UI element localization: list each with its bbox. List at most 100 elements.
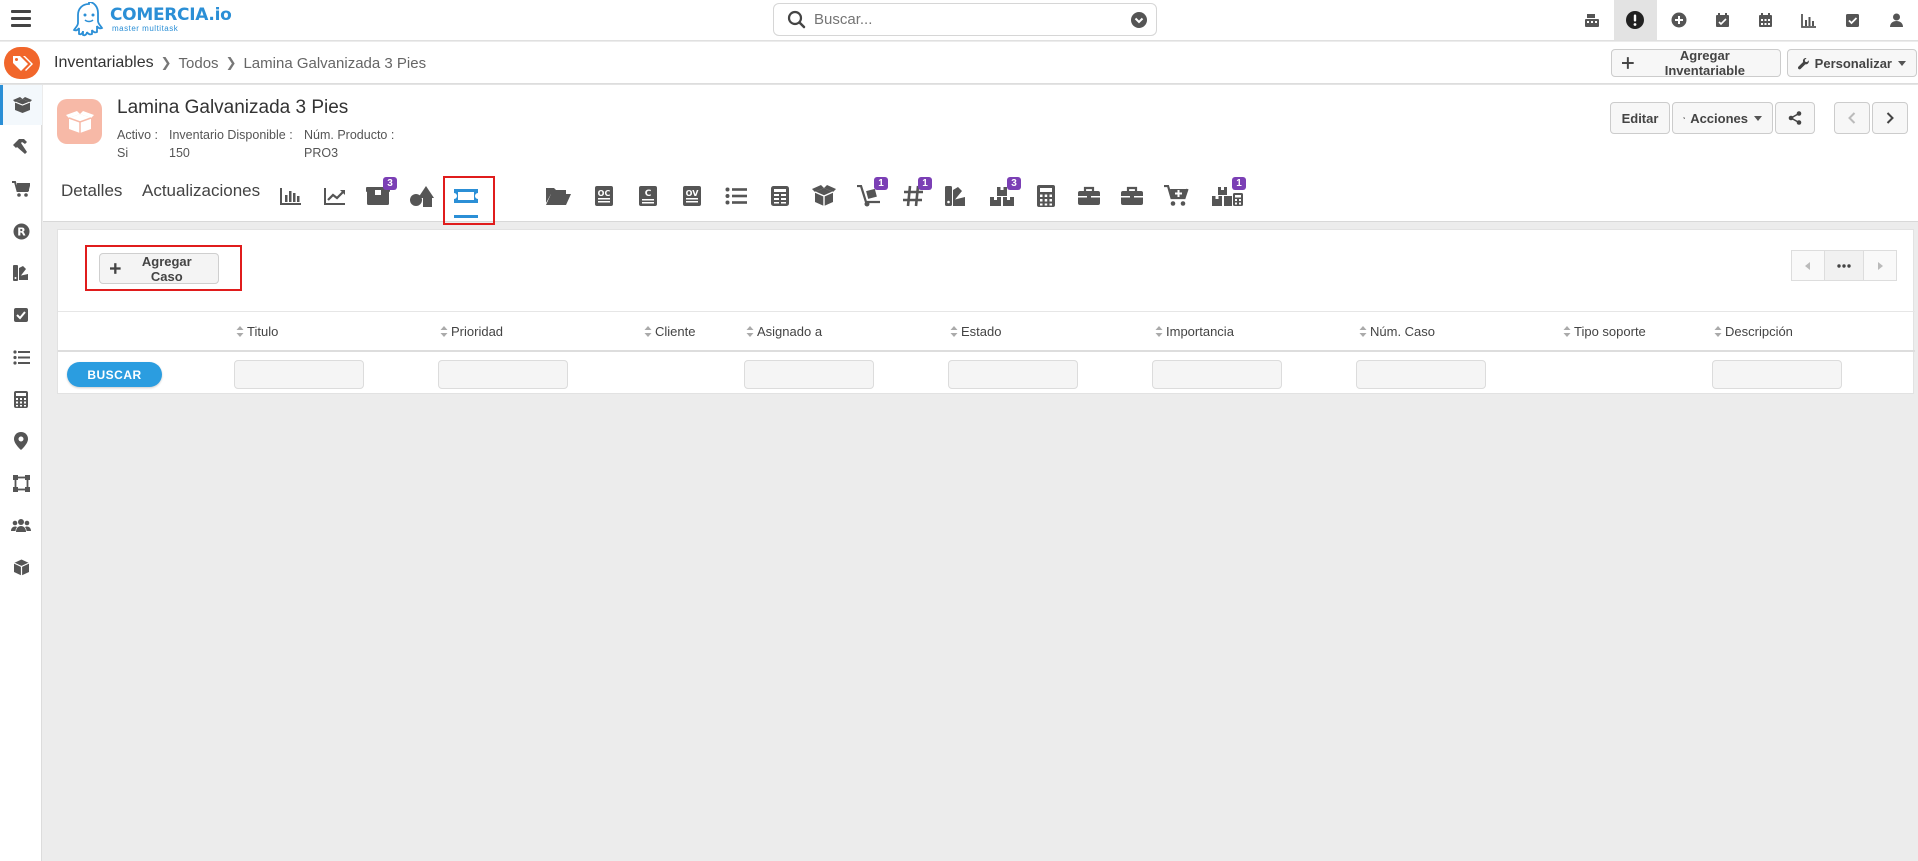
spreadsheet-icon [771,186,789,206]
tab-packages[interactable]: 3 [360,177,397,213]
breadcrumb-inventariables[interactable]: Inventariables [54,54,154,72]
chevron-right-icon [1886,112,1894,124]
share-button[interactable] [1775,102,1815,134]
column-header-asignado-a[interactable]: Asignado a [746,324,822,339]
sidebar-item-tasks[interactable] [0,295,42,335]
tab-c[interactable]: C [630,179,666,213]
pagination-more-button[interactable] [1824,250,1864,281]
search-dropdown-icon[interactable] [1130,11,1148,29]
sidebar-item-swatches[interactable] [0,253,42,293]
next-record-button[interactable] [1872,102,1908,134]
sort-icon [440,326,448,337]
tab-boxes[interactable]: 3 [984,177,1021,213]
record-avatar [57,99,102,144]
tab-detalles[interactable]: Detalles [61,181,122,201]
tasks-check-icon[interactable] [1831,0,1875,40]
top-toolbar [1570,0,1918,40]
cube-icon [13,559,29,575]
list-icon [12,349,30,365]
search-input[interactable] [814,11,1130,28]
sidebar-item-inventory[interactable] [0,85,42,125]
column-header-cliente[interactable]: Cliente [644,324,695,339]
pagination-prev-button[interactable] [1791,250,1825,281]
sort-icon [1155,326,1163,337]
user-profile-icon[interactable] [1875,0,1918,40]
tab-cart-plus[interactable] [1159,179,1195,213]
filter-num-caso-input[interactable] [1356,360,1486,389]
alert-icon[interactable] [1613,0,1657,40]
field-num-producto: Núm. Producto : PRO3 [304,126,394,162]
inventory-module-tag-icon[interactable] [4,47,40,79]
tab-hashtag[interactable]: 1 [895,177,932,213]
open-box-icon [13,97,32,113]
hamburger-menu-icon[interactable] [11,10,31,28]
tab-ov[interactable]: OV [674,179,710,213]
tab-line-chart[interactable] [317,179,353,213]
users-icon [11,518,31,532]
tab-oc[interactable]: OC [586,179,622,213]
tab-bar-chart[interactable] [273,179,309,213]
personalizar-button[interactable]: Personalizar [1787,49,1917,77]
sidebar-item-products[interactable] [0,547,42,587]
calendar-check-icon[interactable] [1701,0,1745,40]
app-logo[interactable]: COMERCIA.io master multitask [72,2,232,38]
filter-importancia-input[interactable] [1152,360,1282,389]
add-case-button[interactable]: Agregar Caso [99,253,219,284]
tab-swatches[interactable] [938,179,974,213]
tab-tickets[interactable] [448,179,484,218]
filter-prioridad-input[interactable] [438,360,568,389]
column-header-titulo[interactable]: Titulo [236,324,278,339]
tab-dolly[interactable]: 1 [851,177,888,213]
tab-list[interactable] [718,179,754,213]
sidebar-item-cart[interactable] [0,169,42,209]
column-header-label: Cliente [655,324,696,339]
filter-titulo-input[interactable] [234,360,364,389]
tab-box[interactable] [806,179,842,213]
filter-asignado-input[interactable] [744,360,874,389]
column-header-prioridad[interactable]: Prioridad [440,324,503,339]
tab-actualizaciones[interactable]: Actualizaciones [142,181,260,201]
sidebar-item-location[interactable] [0,421,42,461]
tab-spreadsheet[interactable] [762,179,798,213]
column-header-tipo-soporte[interactable]: Tipo soporte [1563,324,1646,339]
svg-text:R: R [17,225,26,238]
buscar-button[interactable]: BUSCAR [67,362,162,387]
filter-descripcion-input[interactable] [1712,360,1842,389]
editar-button[interactable]: Editar [1610,102,1670,134]
tab-briefcase[interactable] [1071,179,1107,213]
pagination-next-button[interactable] [1863,250,1897,281]
tab-boxes-calculator[interactable]: 1 [1209,177,1246,213]
tab-shapes[interactable] [404,179,440,213]
column-header-descripcion[interactable]: Descripción [1714,324,1793,339]
logo-tagline: master multitask [112,24,179,33]
plus-icon [1622,57,1634,69]
add-inventariable-button[interactable]: Agregar Inventariable [1611,48,1781,78]
sidebar-item-tools[interactable] [0,127,42,167]
sidebar-item-calculator[interactable] [0,379,42,419]
add-circle-icon[interactable] [1657,0,1701,40]
cash-register-icon[interactable] [1570,0,1614,40]
calendar-icon[interactable] [1744,0,1788,40]
breadcrumb-todos[interactable]: Todos [179,55,219,72]
tools-icon [1683,117,1686,120]
pagination [1791,250,1897,281]
reports-chart-icon[interactable] [1788,0,1832,40]
checkbox-icon [14,308,28,322]
filter-estado-input[interactable] [948,360,1078,389]
tab-folders[interactable] [540,179,576,213]
column-header-importancia[interactable]: Importancia [1155,324,1234,339]
breadcrumb-current: Lamina Galvanizada 3 Pies [243,54,427,72]
acciones-button[interactable]: Acciones [1672,102,1773,134]
tab-briefcase-2[interactable] [1114,179,1150,213]
editar-label: Editar [1621,110,1659,126]
sidebar-item-users[interactable] [0,505,42,545]
add-case-label: Agregar Caso [141,253,192,284]
tab-badge: 3 [383,177,397,190]
previous-record-button[interactable] [1834,102,1870,134]
column-header-estado[interactable]: Estado [950,324,1001,339]
sidebar-item-shapes[interactable] [0,463,42,503]
tab-calculator[interactable] [1028,179,1064,213]
sidebar-item-registered[interactable]: R [0,211,42,251]
sidebar-item-list[interactable] [0,337,42,377]
column-header-num-caso[interactable]: Núm. Caso [1359,324,1435,339]
